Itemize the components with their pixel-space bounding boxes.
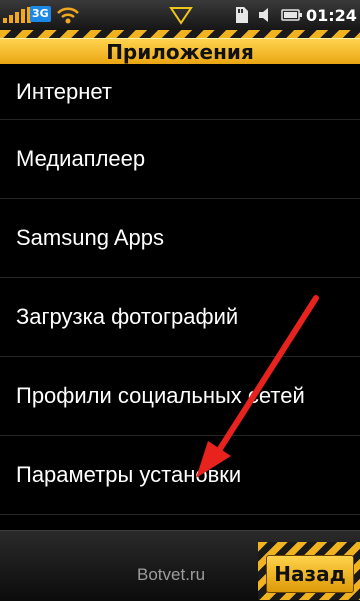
notification-arrow-icon[interactable] — [169, 0, 193, 30]
status-time: 01:24 — [306, 5, 357, 25]
network-type-badge: 3G — [30, 6, 51, 22]
page-title: Приложения — [0, 38, 360, 66]
signal-icon — [3, 0, 31, 30]
list-item-social-profiles[interactable]: Профили социальных сетей — [0, 357, 360, 436]
list-item-photo-upload[interactable]: Загрузка фотографий — [0, 278, 360, 357]
status-bar: 3G 01:24 — [0, 0, 360, 31]
sd-card-icon — [234, 0, 250, 30]
list-item-install-settings[interactable]: Параметры установки — [0, 436, 360, 515]
volume-icon — [257, 0, 275, 30]
list-item-samsung-apps[interactable]: Samsung Apps — [0, 199, 360, 278]
list-item-internet[interactable]: Интернет — [0, 64, 360, 120]
back-button[interactable]: Назад — [266, 555, 354, 593]
watermark: Botvet.ru — [137, 565, 206, 584]
battery-icon — [281, 0, 303, 30]
wifi-icon — [56, 0, 80, 30]
apps-list: Интернет Медиаплеер Samsung Apps Загрузк… — [0, 64, 360, 530]
list-item-media-player[interactable]: Медиаплеер — [0, 120, 360, 199]
header-hazard-stripe — [0, 30, 360, 38]
